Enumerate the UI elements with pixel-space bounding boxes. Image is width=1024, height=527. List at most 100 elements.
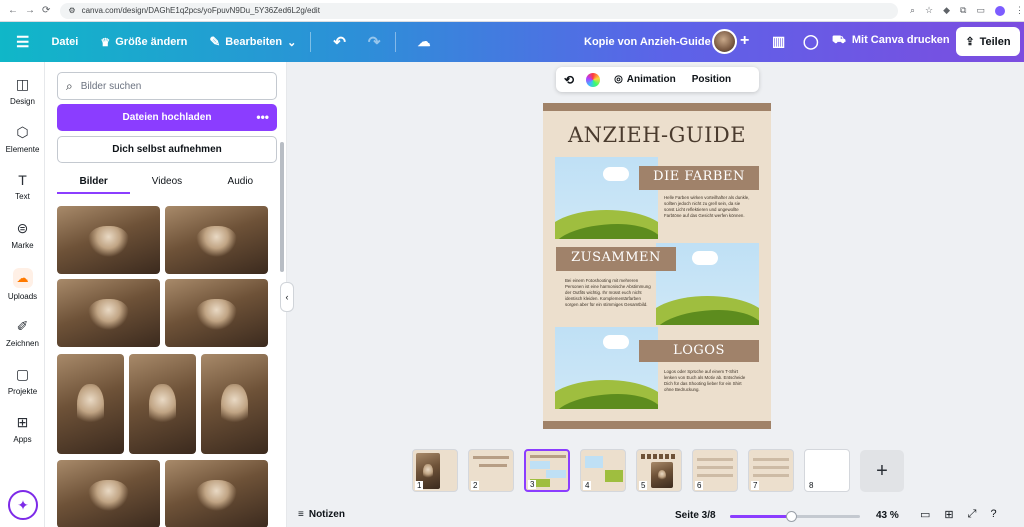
animation-icon: ◎ [614, 74, 623, 85]
grid-view-icon[interactable]: ⊞ [944, 508, 953, 521]
help-icon[interactable]: ? [990, 508, 996, 521]
section-text-colors[interactable]: Helle Farben wirken vorteilhafter als du… [664, 195, 750, 219]
page-thumbnail[interactable]: 8 [804, 449, 850, 492]
uploaded-image[interactable] [57, 279, 160, 347]
thumbnail-strip [479, 464, 507, 467]
analytics-icon[interactable]: ▥ [772, 33, 785, 50]
resize-button[interactable]: ♛ Größe ändern [100, 36, 187, 49]
section-label-colors[interactable]: DIE FARBEN [639, 166, 759, 190]
rail-label: Design [10, 97, 35, 106]
uploaded-image[interactable] [57, 206, 160, 274]
text-icon: T [18, 172, 27, 188]
back-icon[interactable]: ← [8, 5, 18, 16]
divider [394, 32, 396, 52]
address-bar[interactable]: ⚙ canva.com/design/DAGhE1q2pcs/yoFpuvN9D… [60, 2, 898, 19]
position-button[interactable]: Position [692, 74, 731, 85]
rail-item-draw[interactable]: ✐ Zeichnen [0, 318, 45, 348]
cloud-shape [692, 251, 718, 265]
section-text-logos[interactable]: Logos oder Sprüche auf einem T-Shirt len… [664, 369, 750, 393]
page-thumbnail[interactable]: 7 [748, 449, 794, 492]
section-text-together[interactable]: Bei einem Fotoshooting mit mehreren Pers… [565, 278, 653, 308]
magic-assistant-button[interactable]: ✦ [8, 490, 38, 520]
collapse-panel-button[interactable]: ‹ [280, 282, 294, 312]
reload-icon[interactable]: ⟳ [42, 5, 50, 16]
rail-item-brand[interactable]: ⊜ Marke [0, 220, 45, 250]
uploaded-image[interactable] [165, 279, 268, 347]
rail-item-apps[interactable]: ⊞ Apps [0, 414, 45, 444]
uploads-panel: ⌕ Bilder suchen Dateien hochladen ••• Di… [45, 62, 287, 527]
upload-files-button[interactable]: Dateien hochladen ••• [57, 104, 277, 131]
page-number: 4 [583, 481, 592, 490]
uploaded-image[interactable] [165, 460, 268, 527]
uploaded-image[interactable] [165, 206, 268, 274]
resize-label: Größe ändern [115, 36, 188, 48]
panel-scrollbar[interactable] [280, 142, 284, 272]
rail-item-uploads[interactable]: ☁ Uploads [0, 268, 45, 301]
add-collaborator-icon[interactable]: + [740, 32, 749, 50]
comment-icon[interactable]: ◯ [803, 33, 819, 50]
fullscreen-icon[interactable]: ⤢ [968, 508, 977, 521]
record-yourself-button[interactable]: Dich selbst aufnehmen [57, 136, 277, 163]
page-thumbnail-active[interactable]: 3 [524, 449, 570, 492]
bottom-band [543, 421, 771, 429]
edit-mode-button[interactable]: ✎ Bearbeiten ⌄ [209, 34, 296, 50]
rail-label: Marke [11, 241, 34, 250]
section-label-together[interactable]: ZUSAMMEN [556, 247, 676, 271]
page-thumbnail[interactable]: 6 [692, 449, 738, 492]
extension-icon[interactable]: ◆ [943, 5, 950, 16]
document-title[interactable]: Kopie von Anzieh-Guide [584, 36, 711, 48]
uploaded-image[interactable] [129, 354, 196, 454]
forward-icon[interactable]: → [25, 5, 35, 16]
avatar[interactable] [712, 29, 737, 54]
redo-icon[interactable]: ↷ [368, 33, 381, 51]
rail-label: Uploads [7, 292, 38, 301]
browser-menu-icon[interactable]: ⋮ [1015, 5, 1024, 16]
page-indicator[interactable]: Seite 3/8 [675, 510, 716, 521]
bookmark-star-icon[interactable]: ☆ [925, 5, 933, 16]
shapes-icon: ⬡ [16, 124, 29, 140]
tab-videos[interactable]: Videos [130, 170, 203, 194]
zoom-level[interactable]: 43 % [876, 510, 899, 521]
print-button[interactable]: ⛟ Mit Canva drucken [832, 34, 950, 48]
tab-images[interactable]: Bilder [57, 170, 131, 194]
refresh-design-icon[interactable]: ⟲ [564, 73, 574, 87]
sidepanel-icon[interactable]: ▭ [976, 5, 985, 16]
hamburger-icon[interactable]: ☰ [16, 33, 29, 51]
zoom-slider-handle[interactable] [786, 511, 798, 522]
color-wheel-icon[interactable] [586, 72, 601, 87]
page-thumbnail[interactable]: 1 [412, 449, 458, 492]
uploaded-image[interactable] [57, 460, 160, 527]
rail-item-elements[interactable]: ⬡ Elemente [0, 124, 45, 154]
context-toolbar: ⟲ ◎ Animation Position [556, 67, 759, 92]
page-thumbnail[interactable]: 5 [636, 449, 682, 492]
site-info-icon[interactable]: ⚙ [68, 6, 75, 15]
notes-button[interactable]: ≡ Notizen [298, 509, 345, 520]
profile-icon[interactable] [995, 5, 1005, 16]
page-thumbnail[interactable]: 4 [580, 449, 626, 492]
search-input[interactable]: ⌕ Bilder suchen [57, 72, 277, 100]
rail-item-text[interactable]: T Text [0, 172, 45, 201]
uploaded-image[interactable] [201, 354, 268, 454]
file-menu[interactable]: Datei [51, 36, 78, 48]
add-page-button[interactable]: + [860, 450, 904, 492]
page-title[interactable]: ANZIEH-GUIDE [543, 123, 771, 147]
editor-header: ☰ Datei ♛ Größe ändern ✎ Bearbeiten ⌄ ↶ … [0, 22, 1024, 62]
design-page[interactable]: ANZIEH-GUIDE DIE FARBEN Helle Farben wir… [543, 103, 771, 429]
more-options-icon[interactable]: ••• [256, 110, 269, 124]
zoom-slider[interactable] [730, 511, 860, 522]
page-thumbnail[interactable]: 2 [468, 449, 514, 492]
rail-item-design[interactable]: ◫ Design [0, 76, 45, 106]
share-button[interactable]: ⇪ Teilen [956, 27, 1020, 56]
undo-icon[interactable]: ↶ [333, 33, 346, 51]
cloud-saved-icon[interactable]: ☁ [418, 34, 431, 50]
brand-icon: ⊜ [16, 220, 29, 236]
puzzle-icon[interactable]: ⧉ [960, 5, 966, 16]
tab-audio[interactable]: Audio [204, 170, 277, 194]
animation-button[interactable]: ◎ Animation [614, 74, 676, 85]
url-text: canva.com/design/DAGhE1q2pcs/yoFpuvN9Du_… [81, 6, 320, 15]
zoom-icon[interactable]: ⌕ [910, 5, 915, 16]
uploaded-image[interactable] [57, 354, 124, 454]
page-view-icon[interactable]: ▭ [920, 508, 930, 521]
rail-item-projects[interactable]: ▢ Projekte [0, 366, 45, 396]
section-label-logos[interactable]: LOGOS [639, 340, 759, 362]
